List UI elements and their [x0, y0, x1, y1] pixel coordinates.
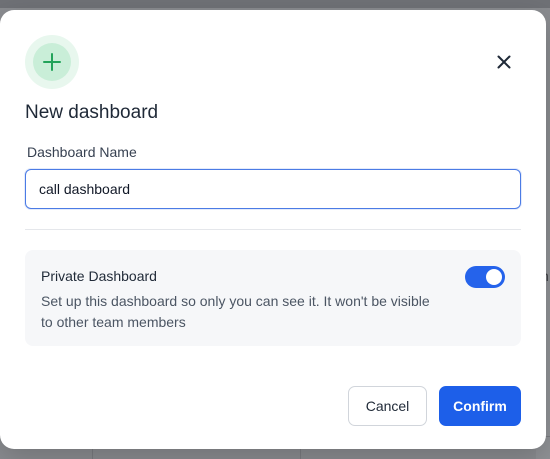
- private-dashboard-toggle[interactable]: [465, 266, 505, 288]
- confirm-button[interactable]: Confirm: [439, 386, 521, 426]
- private-dashboard-description: Set up this dashboard so only you can se…: [41, 293, 430, 330]
- cancel-button[interactable]: Cancel: [348, 386, 427, 426]
- dashboard-name-input[interactable]: [25, 169, 521, 209]
- toggle-knob: [486, 269, 502, 285]
- background-top-bar: [0, 0, 550, 8]
- dashboard-name-label: Dashboard Name: [27, 144, 137, 160]
- private-dashboard-title: Private Dashboard: [41, 268, 157, 284]
- private-dashboard-section: Private Dashboard Set up this dashboard …: [25, 250, 521, 346]
- plus-badge: [25, 35, 79, 89]
- new-dashboard-modal: New dashboard Dashboard Name Private Das…: [0, 10, 546, 449]
- close-button[interactable]: [490, 48, 518, 76]
- section-divider: [25, 229, 521, 230]
- modal-title: New dashboard: [25, 102, 159, 123]
- plus-icon: [43, 53, 61, 71]
- close-icon: [497, 55, 511, 69]
